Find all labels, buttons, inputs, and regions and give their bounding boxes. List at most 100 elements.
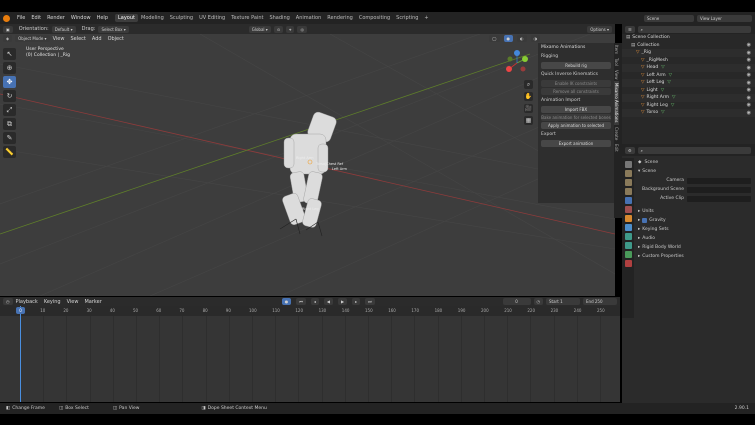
visibility-eye-icon[interactable]: ◉ — [747, 110, 751, 116]
tab-scripting[interactable]: Scripting — [393, 14, 421, 22]
outliner-row[interactable]: ▽ Right Arm ▽ ◉ — [622, 94, 755, 102]
background-scene-field[interactable] — [687, 186, 751, 193]
viewport-shading-wire-icon[interactable]: ◯ — [489, 35, 500, 42]
object-tab-icon[interactable] — [624, 215, 632, 222]
play-icon[interactable]: ▶ — [337, 298, 348, 305]
timeline-ruler[interactable]: 0 10 20 30 40 50 60 70 80 90 100 110 120 130 140 150 160… — [0, 306, 620, 316]
tab-sculpting[interactable]: Sculpting — [167, 14, 196, 22]
visibility-eye-icon[interactable]: ◉ — [747, 50, 751, 56]
mode-dropdown[interactable]: Object Mode ▾ — [15, 35, 50, 42]
view-layer-selector[interactable]: View Layer — [697, 14, 752, 22]
vtab-tool[interactable]: Tool — [614, 56, 619, 68]
orientation-dropdown[interactable]: Default ▾ — [51, 25, 76, 33]
import-fbx-button[interactable]: Import FBX — [541, 106, 611, 113]
end-frame-field[interactable]: End 250 — [583, 298, 617, 305]
outliner-editor-icon[interactable]: ☰ — [625, 25, 635, 33]
view-layer-tab-icon[interactable] — [624, 188, 632, 195]
rebuild-rig-button[interactable]: Rebuild rig — [541, 62, 611, 69]
scene-tab-icon[interactable] — [624, 197, 632, 204]
prev-key-icon[interactable]: ◂ — [310, 298, 319, 305]
tab-rendering[interactable]: Rendering — [324, 14, 356, 22]
export-animation-button[interactable]: Export animation — [541, 140, 611, 147]
menu-render[interactable]: Render — [44, 15, 68, 21]
visibility-eye-icon[interactable]: ◉ — [747, 42, 751, 48]
playhead-frame-indicator[interactable]: 0 — [16, 307, 25, 314]
viewport-menu-object[interactable]: Object — [105, 36, 127, 42]
constraints-tab-icon[interactable] — [624, 242, 632, 249]
select-tool-icon[interactable]: ↖ — [3, 48, 16, 60]
playhead-line[interactable] — [20, 306, 21, 402]
menu-help[interactable]: Help — [94, 15, 111, 21]
panel-units[interactable]: ▸ Units — [638, 207, 755, 216]
camera-view-icon[interactable]: 🎥 — [524, 104, 533, 113]
blender-logo-icon[interactable] — [3, 14, 10, 22]
ortho-grid-icon[interactable]: ▦ — [524, 116, 533, 125]
panel-scene-header[interactable]: ▾ Scene — [638, 167, 755, 176]
jump-start-icon[interactable]: ⏮ — [296, 298, 306, 305]
modifier-tab-icon[interactable] — [624, 224, 632, 231]
tab-uv-editing[interactable]: UV Editing — [196, 14, 228, 22]
snap-icon[interactable]: ⌖ — [286, 25, 295, 33]
viewport-shading-material-icon[interactable]: ◐ — [517, 35, 527, 42]
tab-texture-paint[interactable]: Texture Paint — [228, 14, 266, 22]
pivot-icon[interactable]: ⊙ — [273, 25, 284, 33]
render-tab-icon[interactable] — [624, 170, 632, 177]
timeline-menu-keying[interactable]: Keying — [41, 299, 64, 305]
timeline-menu-playback[interactable]: Playback — [13, 299, 41, 305]
measure-tool-icon[interactable]: 📏 — [3, 146, 16, 158]
play-reverse-icon[interactable]: ◀ — [323, 298, 333, 305]
camera-field[interactable] — [687, 177, 751, 184]
panel-rigid-body-world[interactable]: ▸ Rigid Body World — [638, 243, 755, 252]
outliner-row[interactable]: ▽ _Rig ◉ — [622, 49, 755, 57]
rotate-tool-icon[interactable]: ↻ — [3, 90, 16, 102]
outliner-row[interactable]: ▽ Left Arm ▽ ◉ — [622, 72, 755, 80]
vtab-edit[interactable]: Edit — [614, 142, 619, 154]
timeline-menu-view[interactable]: View — [64, 299, 82, 305]
start-frame-field[interactable]: Start 1 — [546, 298, 580, 305]
tab-animation[interactable]: Animation — [293, 14, 325, 22]
outliner-search-input[interactable]: ⌕ — [637, 25, 751, 33]
vtab-item[interactable]: Item — [614, 43, 619, 56]
material-tab-icon[interactable] — [624, 260, 632, 267]
editor-type-icon[interactable]: ◈ — [3, 35, 13, 42]
viewport-menu-add[interactable]: Add — [89, 36, 105, 42]
outliner-scene-collection[interactable]: ▤ Scene Collection — [622, 34, 755, 42]
viewport-menu-select[interactable]: Select — [67, 36, 88, 42]
tab-modeling[interactable]: Modeling — [138, 14, 167, 22]
menu-file[interactable]: File — [14, 15, 28, 21]
outliner-row[interactable]: ▽ Right Leg ▽ ◉ — [622, 102, 755, 110]
outliner-row[interactable]: ▽ Left Leg ▽ ◉ — [622, 79, 755, 87]
next-key-icon[interactable]: ▸ — [352, 298, 361, 305]
tab-layout[interactable]: Layout — [115, 14, 138, 22]
visibility-eye-icon[interactable]: ◉ — [747, 102, 751, 108]
annotate-tool-icon[interactable]: ✎ — [3, 132, 16, 144]
visibility-eye-icon[interactable]: ◉ — [747, 80, 751, 86]
timeline-body[interactable] — [0, 316, 620, 402]
transform-orientation-dropdown[interactable]: Global ▾ — [248, 25, 271, 33]
proportional-edit-icon[interactable]: ◎ — [297, 25, 307, 33]
menu-window[interactable]: Window — [68, 15, 94, 21]
tool-tab-icon[interactable] — [624, 161, 632, 168]
preview-range-icon[interactable]: ◷ — [533, 298, 543, 305]
transform-tool-icon[interactable]: ⧉ — [3, 118, 16, 130]
select-mode-icon[interactable]: ▣ — [3, 25, 13, 33]
autokey-icon[interactable]: ● — [281, 298, 292, 305]
outliner-row[interactable]: ▤ Collection ◉ — [622, 42, 755, 50]
panel-custom-properties[interactable]: ▸ Custom Properties — [638, 252, 755, 261]
add-workspace-icon[interactable]: + — [421, 14, 431, 22]
apply-animation-button[interactable]: Apply animation to selected — [541, 122, 611, 129]
timeline-editor-icon[interactable]: ◷ — [3, 298, 13, 305]
options-dropdown[interactable]: Options ▾ — [587, 25, 612, 33]
visibility-eye-icon[interactable]: ◉ — [747, 72, 751, 78]
panel-audio[interactable]: ▸ Audio — [638, 234, 755, 243]
properties-editor-icon[interactable]: ⚙ — [625, 146, 635, 154]
physics-tab-icon[interactable] — [624, 233, 632, 240]
visibility-eye-icon[interactable]: ◉ — [747, 65, 751, 71]
menu-edit[interactable]: Edit — [28, 15, 44, 21]
vtab-view[interactable]: View — [614, 68, 619, 82]
scale-tool-icon[interactable]: ⤢ — [3, 104, 16, 116]
viewport-shading-render-icon[interactable]: ◑ — [530, 35, 540, 42]
remove-constraints-button[interactable]: Remove all constraints — [541, 88, 611, 95]
vtab-mixamo[interactable]: Mixamo Animations — [614, 81, 619, 125]
3d-viewport[interactable] — [0, 34, 615, 296]
